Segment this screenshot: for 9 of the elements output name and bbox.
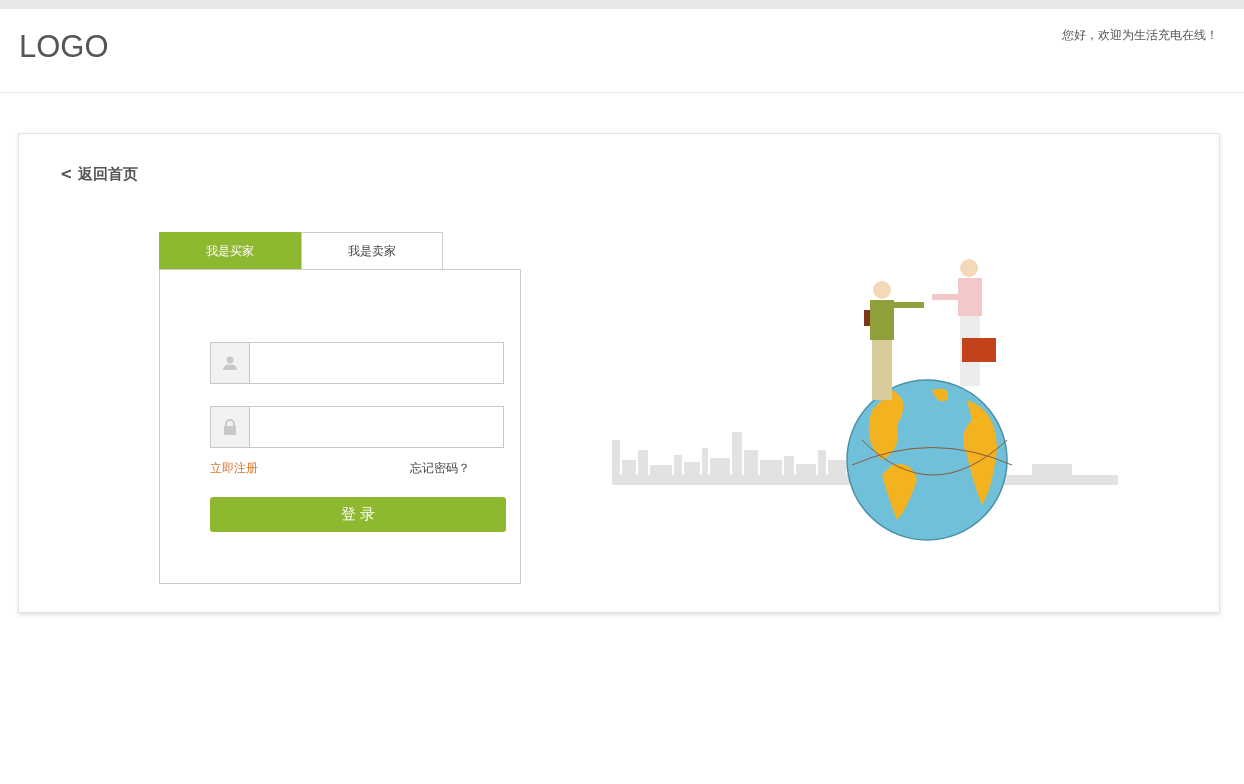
user-icon (211, 343, 250, 383)
password-field[interactable] (210, 406, 504, 448)
back-home-link[interactable]: < 返回首页 (60, 165, 138, 183)
welcome-text: 您好，欢迎为生活充电在线！ (1062, 27, 1218, 44)
role-tab[interactable]: 我是卖家 (301, 232, 443, 269)
lock-icon (211, 407, 250, 447)
logo-text: LOGO (19, 29, 109, 65)
forgot-password-link[interactable]: 忘记密码？ (410, 460, 470, 477)
username-field[interactable] (210, 342, 504, 384)
